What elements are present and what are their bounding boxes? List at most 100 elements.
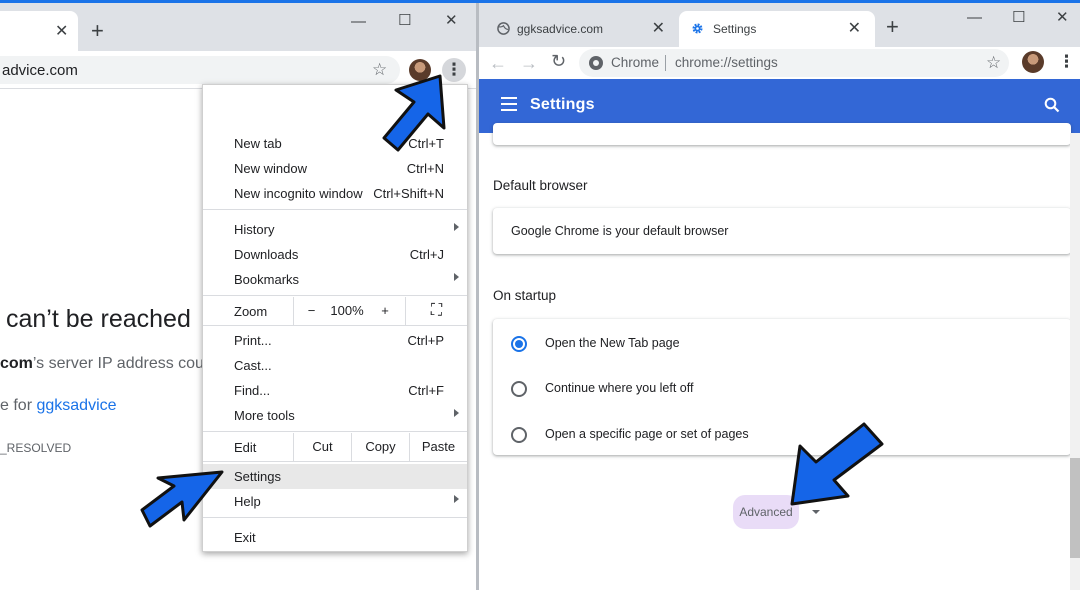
menu-item-more-tools[interactable]: More tools [203,403,467,428]
tab-label: ggksadvice.com [517,22,604,36]
scrollbar-thumb[interactable] [1070,458,1080,558]
chrome-menu-button[interactable]: ⋮ [442,58,466,82]
omnibox-site-label: Chrome [611,55,660,70]
tab-settings[interactable]: Settings ✕ [679,11,875,47]
menu-row-edit: Edit Cut Copy Paste [203,433,467,461]
profile-avatar[interactable] [1022,51,1044,73]
menu-item-find[interactable]: Find... Ctrl+F [203,378,467,403]
close-tab-icon[interactable]: ✕ [652,18,665,38]
maximize-button[interactable]: ☐ [1012,8,1025,26]
left-active-tab[interactable]: ✕ [0,11,78,51]
settings-title: Settings [530,96,595,113]
menu-item-settings[interactable]: Settings [203,464,467,489]
menu-item-print[interactable]: Print... Ctrl+P [203,328,467,353]
menu-item-exit[interactable]: Exit [203,525,467,550]
settings-content: Default browser Google Chrome is your de… [479,123,1080,590]
cut-button[interactable]: Cut [293,433,351,461]
menu-item-shortcut: Ctrl+Shift+N [373,186,444,201]
menu-item-label: Find... [234,383,271,398]
bookmark-star-icon[interactable]: ☆ [986,53,1001,73]
submenu-arrow-icon [454,409,459,417]
menu-item-new-incognito-window[interactable]: New incognito window Ctrl+Shift+N [203,181,467,206]
default-browser-status: Google Chrome is your default browser [511,224,729,238]
forward-button[interactable]: → [520,53,538,74]
menu-item-history[interactable]: History [203,217,467,242]
menu-item-label: New window [234,161,307,176]
new-tab-button[interactable]: + [91,18,104,44]
startup-option-label[interactable]: Open the New Tab page [545,336,680,350]
menu-divider [203,295,467,296]
chrome-menu-button[interactable]: ⋮ [1058,52,1075,72]
menu-item-new-tab[interactable]: New tab Ctrl+T [203,131,467,156]
menu-divider [203,461,467,462]
right-address-bar[interactable]: Chrome chrome://settings [579,49,1009,77]
close-tab-icon[interactable]: ✕ [848,18,861,38]
menu-divider [203,325,467,326]
error-suggestion-prefix: e for [0,397,37,414]
bookmark-star-icon[interactable]: ☆ [372,60,387,80]
close-tab-icon[interactable]: ✕ [55,21,68,41]
tab-ggksadvice[interactable]: ggksadvice.com ✕ [479,11,679,47]
startup-option-label[interactable]: Continue where you left off [545,381,693,395]
back-button[interactable]: ← [489,53,507,74]
maximize-button[interactable]: ☐ [398,11,411,29]
on-startup-card: Open the New Tab page Continue where you… [493,319,1071,455]
advanced-button[interactable]: Advanced [733,495,799,529]
menu-item-label: New tab [234,136,282,151]
paste-button[interactable]: Paste [409,433,467,461]
copy-button[interactable]: Copy [351,433,409,461]
menu-item-label: Cast... [234,358,272,373]
on-startup-heading: On startup [493,288,557,303]
radio-continue-where-left-off[interactable] [511,381,527,397]
reload-button[interactable]: ↻ [551,51,566,72]
search-icon[interactable] [1044,97,1060,113]
menu-item-new-window[interactable]: New window Ctrl+N [203,156,467,181]
search-link[interactable]: ggksadvice [36,397,116,414]
profile-avatar[interactable] [409,59,431,81]
zoom-in-button[interactable]: + [365,297,405,325]
menu-item-cast[interactable]: Cast... [203,353,467,378]
close-window-button[interactable]: ✕ [1056,8,1069,26]
right-browser-window: ggksadvice.com ✕ Settings ✕ + — ☐ ✕ ← → … [479,3,1080,590]
menu-item-label: Downloads [234,247,299,262]
submenu-arrow-icon [454,223,459,231]
radio-open-new-tab[interactable] [511,336,527,352]
chevron-down-icon[interactable] [812,510,820,514]
menu-item-label: Exit [234,530,256,545]
gear-icon [692,23,703,34]
hamburger-menu-icon[interactable] [501,97,517,111]
menu-item-label: Zoom [234,304,268,319]
default-browser-heading: Default browser [493,178,588,193]
minimize-button[interactable]: — [351,13,366,30]
menu-item-help[interactable]: Help [203,489,467,514]
submenu-arrow-icon [454,495,459,503]
menu-item-label: Help [234,494,261,509]
menu-item-label: Edit [234,440,257,455]
menu-item-bookmarks[interactable]: Bookmarks [203,267,467,292]
close-window-button[interactable]: ✕ [445,11,458,29]
menu-item-shortcut: Ctrl+P [407,333,444,348]
minimize-button[interactable]: — [967,9,982,26]
startup-option-label[interactable]: Open a specific page or set of pages [545,427,749,441]
fullscreen-icon[interactable]: ⛶ [405,297,467,325]
menu-item-downloads[interactable]: Downloads Ctrl+J [203,242,467,267]
error-title: can’t be reached [6,305,191,333]
right-tab-strip: ggksadvice.com ✕ Settings ✕ + — ☐ ✕ [479,3,1080,47]
previous-section-card [493,123,1071,145]
left-address-bar[interactable]: advice.com [0,56,400,84]
left-tab-strip: ✕ + — ☐ ✕ [0,3,476,51]
left-url-text[interactable]: advice.com [2,62,78,79]
default-browser-card: Google Chrome is your default browser [493,208,1071,254]
zoom-out-button[interactable]: − [293,297,329,325]
omnibox-url[interactable]: chrome://settings [675,55,778,70]
new-tab-button[interactable]: + [886,14,899,40]
menu-row-zoom: Zoom − 100% + ⛶ [203,297,467,325]
right-toolbar: ← → ↻ Chrome chrome://settings ☆ ⋮ [479,47,1080,79]
menu-item-label: History [234,222,275,237]
error-suggestion: e for ggksadvice [0,397,117,415]
error-code: _RESOLVED [0,441,72,455]
menu-item-label: Settings [234,469,281,484]
menu-divider [203,431,467,432]
menu-item-shortcut: Ctrl+T [408,136,444,151]
radio-open-specific-pages[interactable] [511,427,527,443]
